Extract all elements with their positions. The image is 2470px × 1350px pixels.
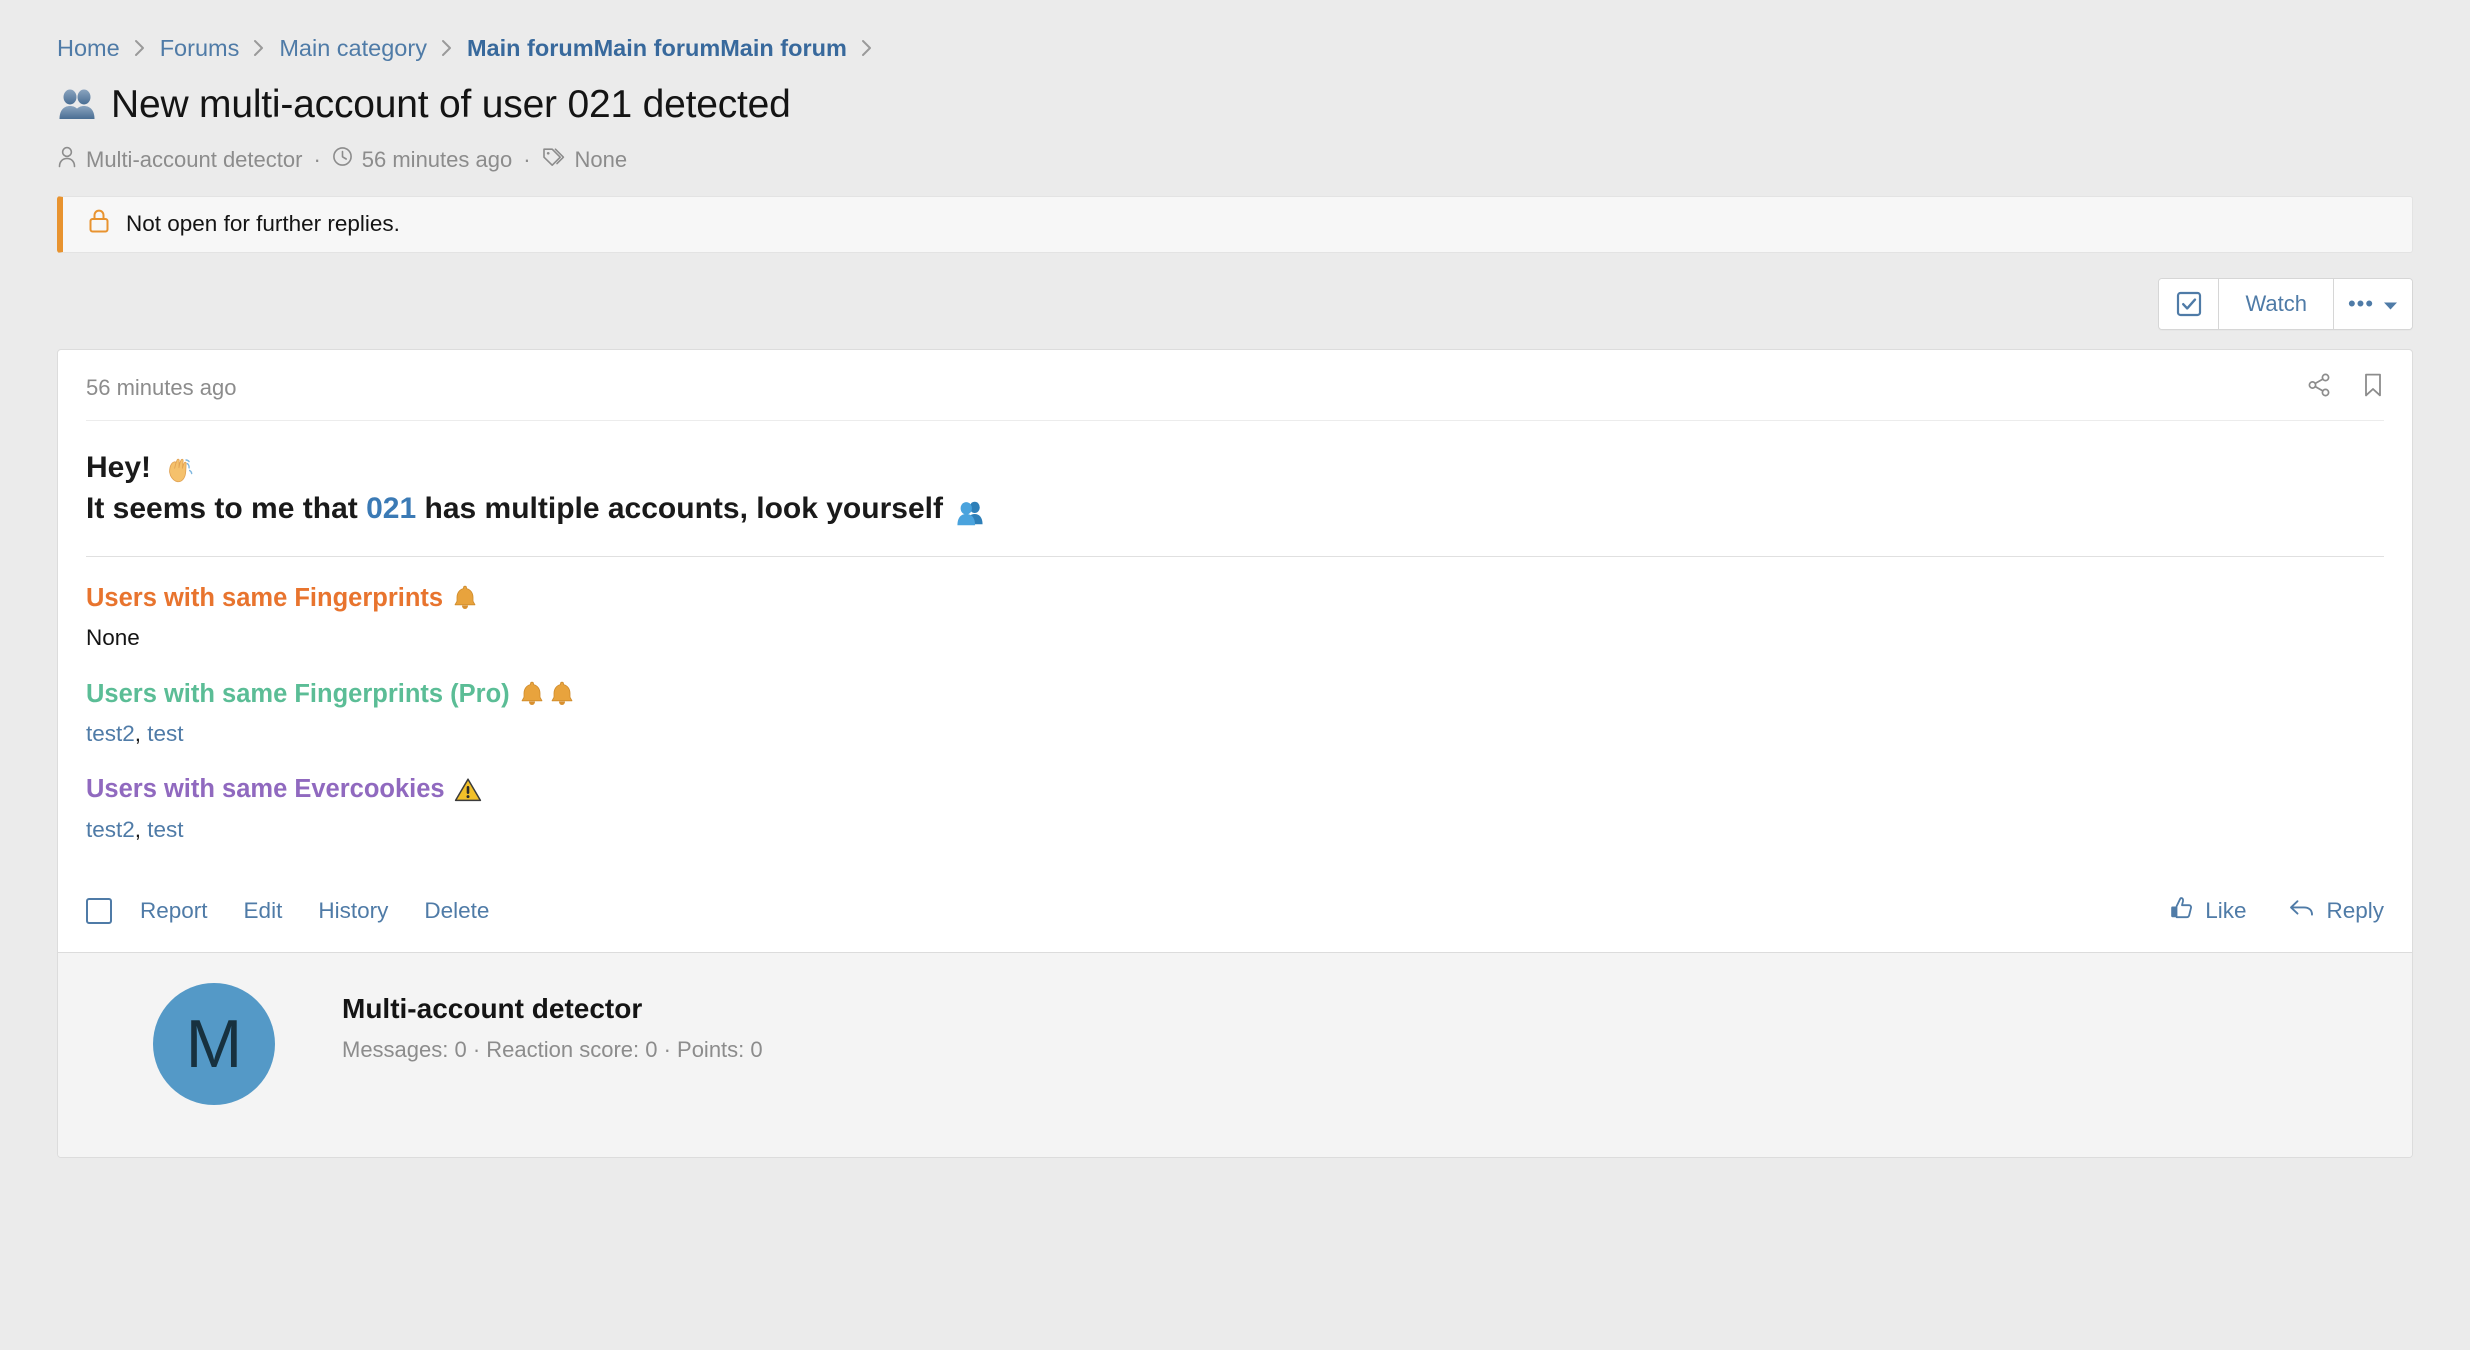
post-header-icons	[2306, 372, 2384, 404]
bell-emoji	[452, 584, 478, 611]
list-separator: ,	[135, 721, 148, 746]
section-fingerprints-pro-title: Users with same Fingerprints (Pro)	[86, 679, 2384, 710]
breadcrumb-item-home[interactable]: Home	[57, 35, 120, 62]
message-line-2: It seems to me that 021 has multiple acc…	[86, 488, 2384, 529]
post-author-block: M Multi-account detector Messages: 0 · R…	[58, 952, 2412, 1157]
section-fingerprints-title: Users with same Fingerprints	[86, 583, 2384, 614]
lock-icon	[87, 208, 111, 240]
warning-emoji-group	[454, 777, 482, 803]
post-footer-right: Like Reply	[2169, 896, 2384, 926]
meta-separator: ·	[313, 147, 320, 173]
busts-in-silhouette-emoji	[57, 85, 97, 125]
like-label: Like	[2205, 898, 2246, 924]
delete-link[interactable]: Delete	[424, 898, 489, 924]
like-button[interactable]: Like	[2169, 896, 2246, 926]
bell-emoji	[549, 680, 575, 707]
user-link[interactable]: test	[147, 721, 183, 746]
breadcrumb-item-main-forum[interactable]: Main forumMain forumMain forum	[467, 35, 847, 62]
checkbox-empty-icon[interactable]	[86, 898, 112, 924]
clock-icon	[332, 146, 353, 173]
locked-notice-text: Not open for further replies.	[126, 211, 400, 237]
chevron-right-icon	[252, 38, 266, 58]
thread-author[interactable]: Multi-account detector	[57, 146, 302, 174]
message-line-1: Hey!	[86, 447, 2384, 488]
user-link[interactable]: test	[147, 817, 183, 842]
section-fingerprints: Users with same Fingerprints None	[86, 583, 2384, 653]
thread-tags[interactable]: None	[542, 146, 628, 173]
reply-button[interactable]: Reply	[2288, 896, 2384, 926]
watch-button[interactable]: Watch	[2219, 279, 2334, 329]
breadcrumb: Home Forums Main category Main forumMain…	[57, 28, 2413, 68]
thread-tags-text: None	[575, 147, 628, 173]
author-name-link[interactable]: Multi-account detector	[342, 993, 642, 1024]
section-title-text: Users with same Fingerprints (Pro)	[86, 679, 510, 710]
report-link[interactable]: Report	[140, 898, 208, 924]
thread-meta: Multi-account detector · 56 minutes ago …	[57, 146, 2413, 174]
message-suffix: has multiple accounts, look yourself	[425, 488, 943, 529]
chevron-right-icon	[440, 38, 454, 58]
message-greeting: Hey!	[86, 447, 151, 488]
section-evercookies-value: test2, test	[86, 815, 2384, 844]
section-fingerprints-pro-value: test2, test	[86, 719, 2384, 748]
section-title-text: Users with same Fingerprints	[86, 583, 443, 614]
history-link[interactable]: History	[318, 898, 388, 924]
thumbs-up-icon	[2169, 896, 2194, 926]
thread-time-text: 56 minutes ago	[362, 147, 512, 173]
post-footer: Report Edit History Delete Like Reply	[58, 872, 2412, 952]
locked-notice: Not open for further replies.	[57, 196, 2413, 253]
bell-emoji-group	[452, 584, 478, 611]
checkbox-checked-icon[interactable]	[2159, 279, 2219, 329]
more-dots-icon: •••	[2348, 297, 2374, 310]
tag-icon	[542, 146, 566, 173]
post-header: 56 minutes ago	[58, 350, 2412, 420]
warning-emoji	[454, 777, 482, 803]
author-info: Multi-account detector Messages: 0 · Rea…	[342, 983, 763, 1063]
bookmark-icon[interactable]	[2362, 372, 2384, 404]
bell-emoji-group	[519, 680, 575, 707]
busts-in-silhouette-emoji	[949, 494, 979, 524]
chevron-right-icon	[860, 38, 874, 58]
section-evercookies-title: Users with same Evercookies	[86, 774, 2384, 805]
user-link[interactable]: test2	[86, 817, 135, 842]
list-separator: ,	[135, 817, 148, 842]
more-options-button[interactable]: •••	[2334, 279, 2412, 329]
thread-action-bar: Watch •••	[57, 278, 2413, 330]
thread-author-name: Multi-account detector	[86, 147, 302, 173]
post-body: Hey! It seems to me that 021 has multipl…	[58, 421, 2412, 850]
section-fingerprints-pro: Users with same Fingerprints (Pro) test2…	[86, 679, 2384, 749]
caret-down-icon	[2383, 291, 2398, 317]
user-icon	[57, 146, 77, 174]
bell-emoji	[519, 680, 545, 707]
reply-arrow-icon	[2288, 896, 2315, 926]
message-user-link[interactable]: 021	[366, 488, 416, 529]
author-stats: Messages: 0 · Reaction score: 0 · Points…	[342, 1037, 763, 1063]
section-evercookies: Users with same Evercookies test2, test	[86, 774, 2384, 844]
user-link[interactable]: test2	[86, 721, 135, 746]
post-timestamp[interactable]: 56 minutes ago	[86, 375, 236, 401]
thread-button-group: Watch •••	[2158, 278, 2413, 330]
waving-hand-emoji	[157, 453, 187, 483]
message-divider	[86, 556, 2384, 557]
breadcrumb-item-main-category[interactable]: Main category	[279, 35, 427, 62]
message-prefix: It seems to me that	[86, 488, 358, 529]
thread-time[interactable]: 56 minutes ago	[332, 146, 512, 173]
thread-title-row: New multi-account of user 021 detected	[57, 84, 2413, 127]
section-fingerprints-value: None	[86, 623, 2384, 652]
meta-separator: ·	[523, 147, 530, 173]
post-footer-left: Report Edit History Delete	[86, 898, 525, 924]
forum-thread-page: Home Forums Main category Main forumMain…	[0, 0, 2470, 1158]
section-title-text: Users with same Evercookies	[86, 774, 445, 805]
reply-label: Reply	[2326, 898, 2384, 924]
breadcrumb-item-forums[interactable]: Forums	[160, 35, 240, 62]
post-card: 56 minutes ago Hey!	[57, 349, 2413, 1158]
avatar[interactable]: M	[153, 983, 275, 1105]
chevron-right-icon	[133, 38, 147, 58]
page-title: New multi-account of user 021 detected	[111, 84, 791, 127]
share-icon[interactable]	[2306, 372, 2332, 404]
edit-link[interactable]: Edit	[244, 898, 283, 924]
